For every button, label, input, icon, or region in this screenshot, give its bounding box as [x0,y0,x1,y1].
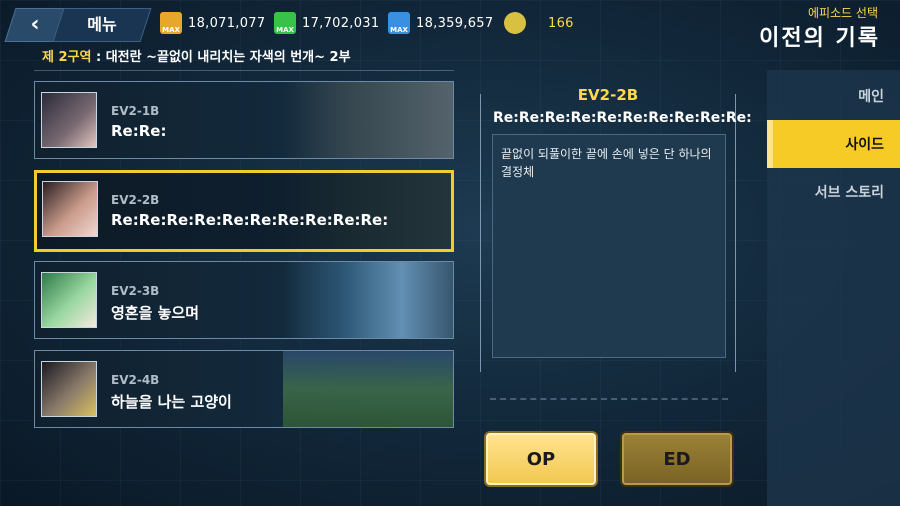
tab-side[interactable]: 사이드 [767,120,900,168]
episode-item[interactable]: EV2-3B 영혼을 놓으며 [34,261,454,339]
resource-lightning: MAX 18,359,657 [388,12,493,34]
character-portrait [42,181,98,237]
character-portrait [41,272,97,328]
episode-item[interactable]: EV2-4B 하늘을 나는 고양이 [34,350,454,428]
detail-episode-code: EV2-2B [577,86,639,104]
resource-recycle-value: 17,702,031 [302,15,380,31]
stage-heading: 제 2구역 : 대전란 ~끝없이 내리치는 자색의 번개~ 2부 [42,46,351,65]
stage-name: 대전란 ~끝없이 내리치는 자색의 번개~ 2부 [105,50,351,65]
stage-separator: : [91,50,106,65]
top-bar: ‹ 메뉴 MAX 18,071,077 MAX 17,702,031 MAX 1… [0,0,900,51]
character-portrait [41,92,97,148]
detail-episode-title: Re:Re:Re:Re:Re:Re:Re:Re:Re:Re: [493,110,752,126]
episode-code: EV2-2B [111,193,160,207]
resource-recycle: MAX 17,702,031 [274,12,379,34]
stage-zone: 제 2구역 [42,50,92,65]
divider [34,70,454,71]
resource-coin: 166 [504,12,574,34]
episode-scene-image [283,82,453,158]
episode-name: Re:Re:Re:Re:Re:Re:Re:Re:Re:Re: [111,211,389,229]
episode-scene-image [283,262,453,338]
menu-button-label: 메뉴 [87,15,117,34]
op-button[interactable]: OP [486,433,596,485]
episode-code: EV2-4B [111,373,160,387]
divider [490,398,728,400]
page-subtitle: 에피소드 선택 [807,6,878,20]
page-title: 이전의 기록 [759,26,880,51]
menu-button[interactable]: 메뉴 [52,8,152,42]
ed-button[interactable]: ED [622,433,732,485]
episode-item-selected[interactable]: EV2-2B Re:Re:Re:Re:Re:Re:Re:Re:Re:Re: [34,170,454,252]
episode-name: Re:Re: [111,122,167,140]
episode-code: EV2-1B [111,104,160,118]
resource-gear: MAX 18,071,077 [160,12,265,34]
resource-gear-value: 18,071,077 [188,15,266,31]
tab-sub-story[interactable]: 서브 스토리 [767,168,900,216]
gear-max-icon: MAX [160,12,182,34]
resource-lightning-value: 18,359,657 [416,15,494,31]
detail-description: 끝없이 되풀이한 끝에 손에 넣은 단 하나의 결정체 [492,134,726,358]
tab-main[interactable]: 메인 [767,72,900,120]
episode-name: 영혼을 놓으며 [111,304,200,322]
episode-code: EV2-3B [111,284,160,298]
category-tabs: 메인 사이드 서브 스토리 [767,70,900,506]
episode-item[interactable]: EV2-1B Re:Re: [34,81,454,159]
lightning-max-icon: MAX [388,12,410,34]
character-portrait [41,361,97,417]
episode-scene-image [283,351,453,427]
resource-coin-value: 166 [548,15,574,31]
recycle-max-icon: MAX [274,12,296,34]
background-grid [0,0,900,506]
episode-name: 하늘을 나는 고양이 [111,393,232,411]
chevron-left-icon: ‹ [30,12,40,37]
coin-stack-icon [504,12,526,34]
